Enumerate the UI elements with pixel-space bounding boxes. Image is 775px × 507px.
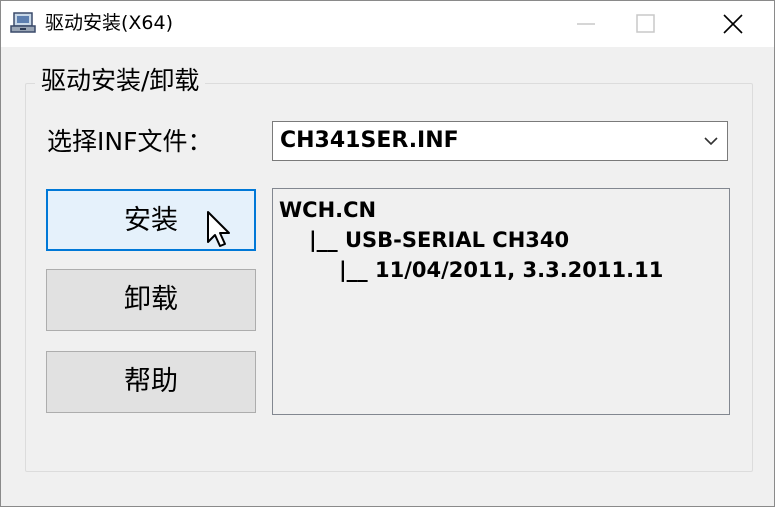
maximize-button[interactable] (616, 1, 674, 47)
inf-file-select[interactable]: CH341SER.INF (272, 121, 728, 161)
inf-file-value: CH341SER.INF (280, 128, 459, 153)
info-line-version: |__ 11/04/2011, 3.3.2011.11 (339, 258, 664, 282)
info-line-device: |__ USB-SERIAL CH340 (309, 228, 570, 252)
uninstall-button[interactable]: 卸载 (46, 269, 256, 331)
close-icon (723, 14, 743, 34)
info-line-vendor: WCH.CN (279, 198, 377, 222)
inf-file-label: 选择INF文件： (47, 127, 213, 156)
driver-setup-icon (10, 12, 36, 33)
minimize-icon (577, 23, 595, 25)
window-title: 驱动安装(X64) (45, 12, 174, 34)
driver-install-window: 驱动安装(X64) 驱动安装/卸载 选择INF文件： CH341SER.INF … (0, 0, 775, 507)
maximize-icon (636, 14, 655, 33)
title-bar[interactable]: 驱动安装(X64) (1, 1, 774, 47)
group-title: 驱动安装/卸载 (35, 63, 206, 99)
mouse-pointer-icon (207, 211, 230, 247)
driver-info-panel: WCH.CN |__ USB-SERIAL CH340 |__ 11/04/20… (272, 188, 730, 415)
minimize-button[interactable] (557, 1, 615, 47)
close-button[interactable] (704, 1, 762, 47)
help-button[interactable]: 帮助 (46, 351, 256, 413)
chevron-down-icon[interactable] (703, 134, 719, 148)
